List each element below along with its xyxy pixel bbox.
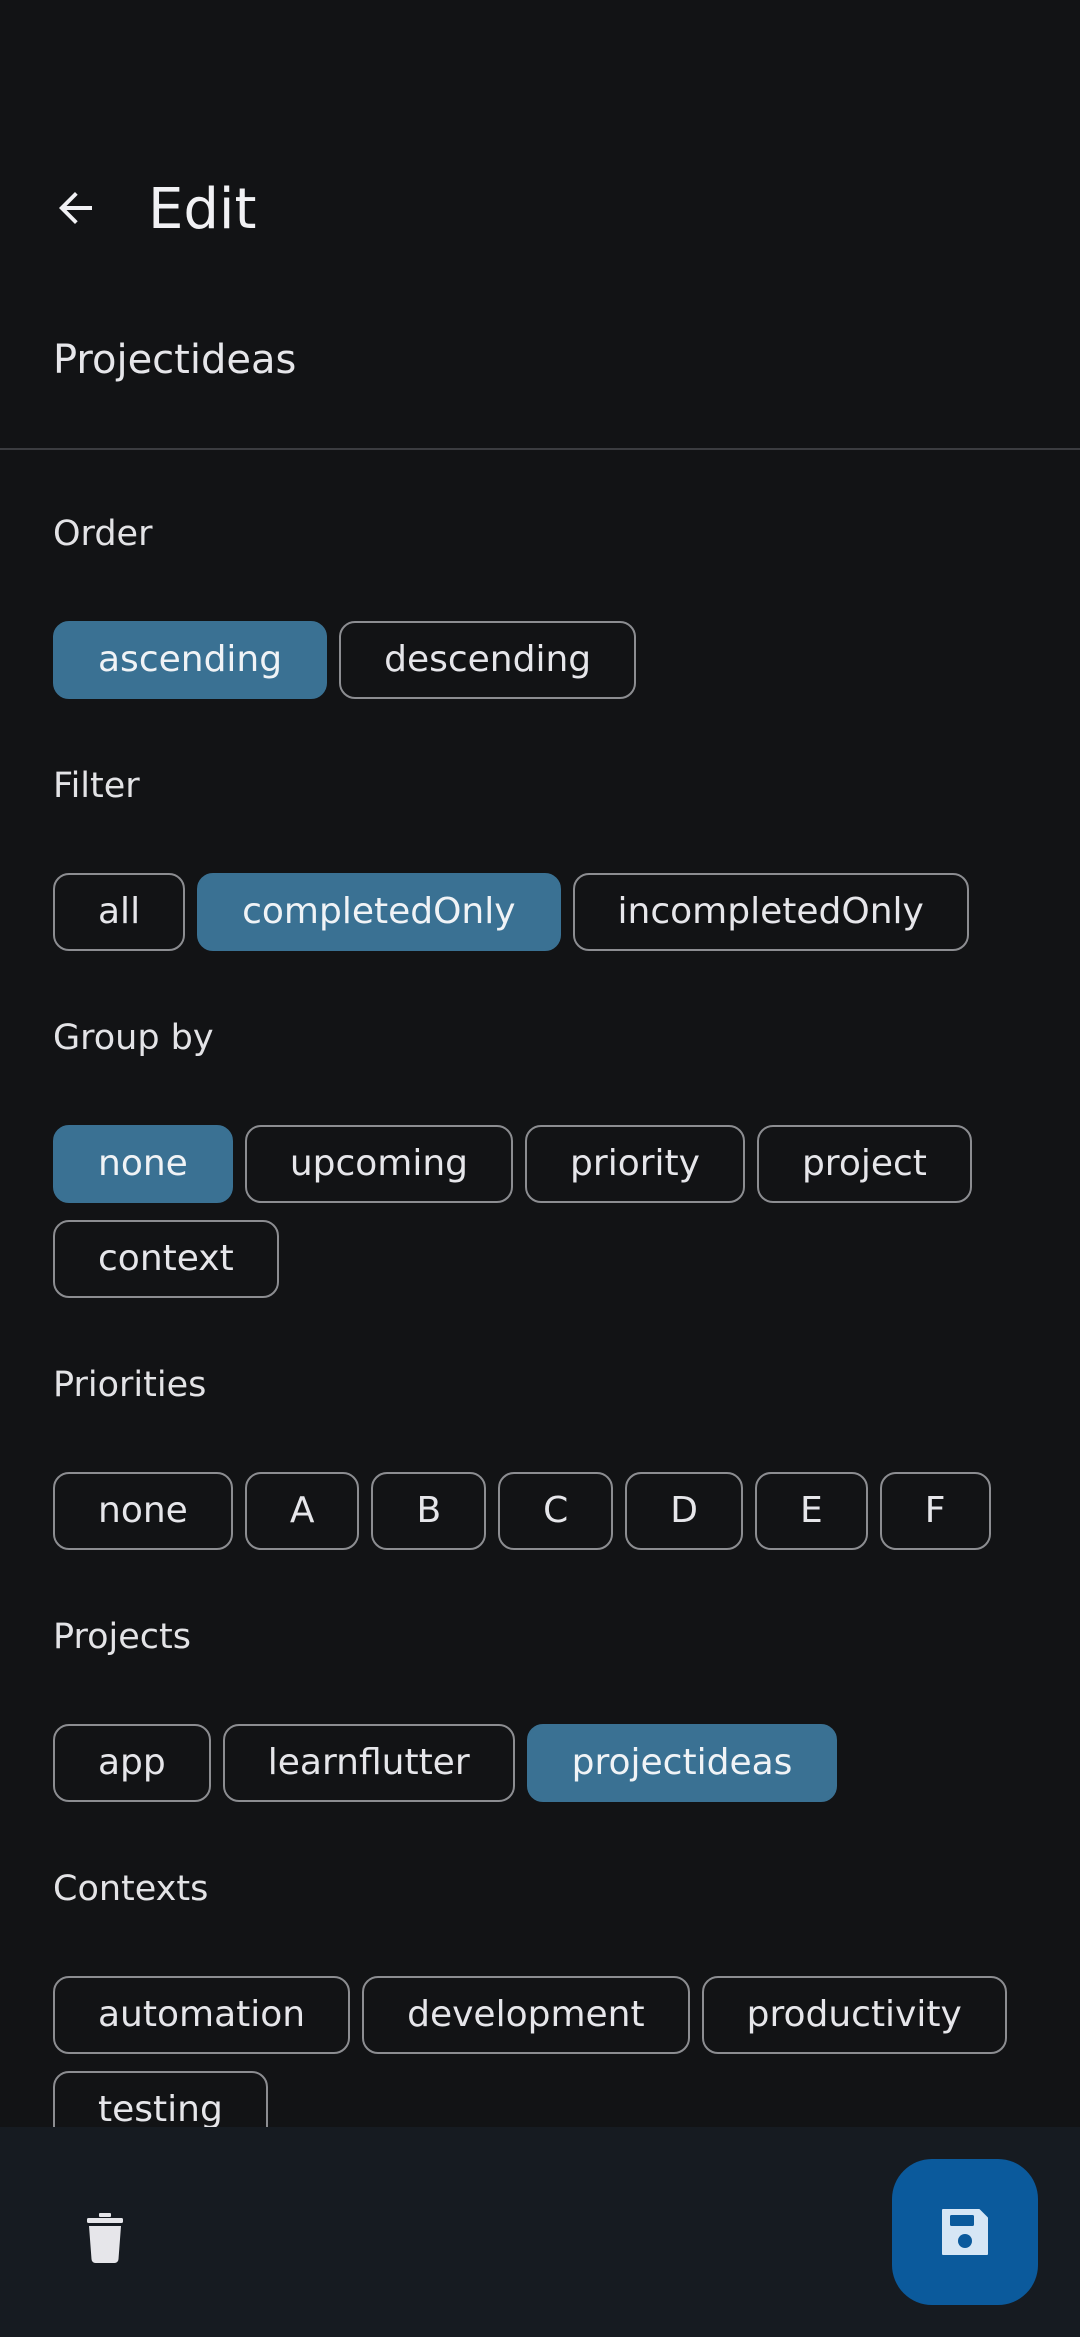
app-root: Edit Projectideas Order ascending descend… (0, 0, 1080, 2337)
priorities-chip[interactable]: B (371, 1472, 487, 1550)
group-by-chips: none upcoming priority project context (53, 1125, 1027, 1298)
contexts-chip[interactable]: automation (53, 1976, 351, 2054)
contexts-chip[interactable]: productivity (701, 1976, 1007, 2054)
projects-chips: app learnflutter projectideas (53, 1724, 1027, 1802)
delete-button[interactable] (68, 2201, 142, 2275)
order-chip[interactable]: descending (339, 621, 637, 699)
order-section-title: Order (53, 514, 153, 554)
priorities-chip[interactable]: F (879, 1472, 991, 1550)
priorities-chip[interactable]: D (625, 1472, 744, 1550)
filter-chip[interactable]: completedOnly (197, 873, 561, 951)
priorities-chip[interactable]: none (53, 1472, 233, 1550)
group-by-chip[interactable]: upcoming (244, 1125, 514, 1203)
contexts-chips: automation development productivity testing (53, 1976, 1027, 2149)
priorities-chip[interactable]: C (498, 1472, 614, 1550)
priorities-chips: none A B C D E F (53, 1472, 1027, 1550)
group-by-chip[interactable]: context (53, 1220, 279, 1298)
filter-chip[interactable]: all (53, 873, 186, 951)
order-chip[interactable]: ascending (53, 621, 328, 699)
group-by-chip[interactable]: none (53, 1125, 233, 1203)
divider (0, 448, 1080, 450)
page-title: Edit (148, 177, 257, 242)
trash-icon (87, 2213, 123, 2263)
projects-section-title: Projects (53, 1617, 191, 1657)
save-icon (942, 2209, 988, 2255)
projects-chip[interactable]: projectideas (526, 1724, 838, 1802)
priorities-chip[interactable]: E (755, 1472, 868, 1550)
list-name-value: Projectideas (53, 337, 297, 383)
filter-section-title: Filter (53, 766, 140, 806)
group-by-chip[interactable]: priority (525, 1125, 745, 1203)
priorities-section-title: Priorities (53, 1365, 207, 1405)
arrow-back-icon (59, 192, 92, 224)
order-chips: ascending descending (53, 621, 1027, 699)
group-by-chip[interactable]: project (756, 1125, 972, 1203)
contexts-section-title: Contexts (53, 1869, 209, 1909)
filter-chips: all completedOnly incompletedOnly (53, 873, 1027, 951)
contexts-chip[interactable]: development (362, 1976, 690, 2054)
bottom-bar (0, 2127, 1080, 2337)
projects-chip[interactable]: app (53, 1724, 211, 1802)
list-name-field[interactable]: Projectideas (53, 328, 1027, 392)
filter-chip[interactable]: incompletedOnly (572, 873, 969, 951)
projects-chip[interactable]: learnflutter (222, 1724, 515, 1802)
save-button[interactable] (892, 2159, 1038, 2305)
group-by-section-title: Group by (53, 1018, 214, 1058)
back-button[interactable] (36, 168, 116, 248)
app-bar: Edit (0, 160, 1080, 264)
priorities-chip[interactable]: A (244, 1472, 360, 1550)
